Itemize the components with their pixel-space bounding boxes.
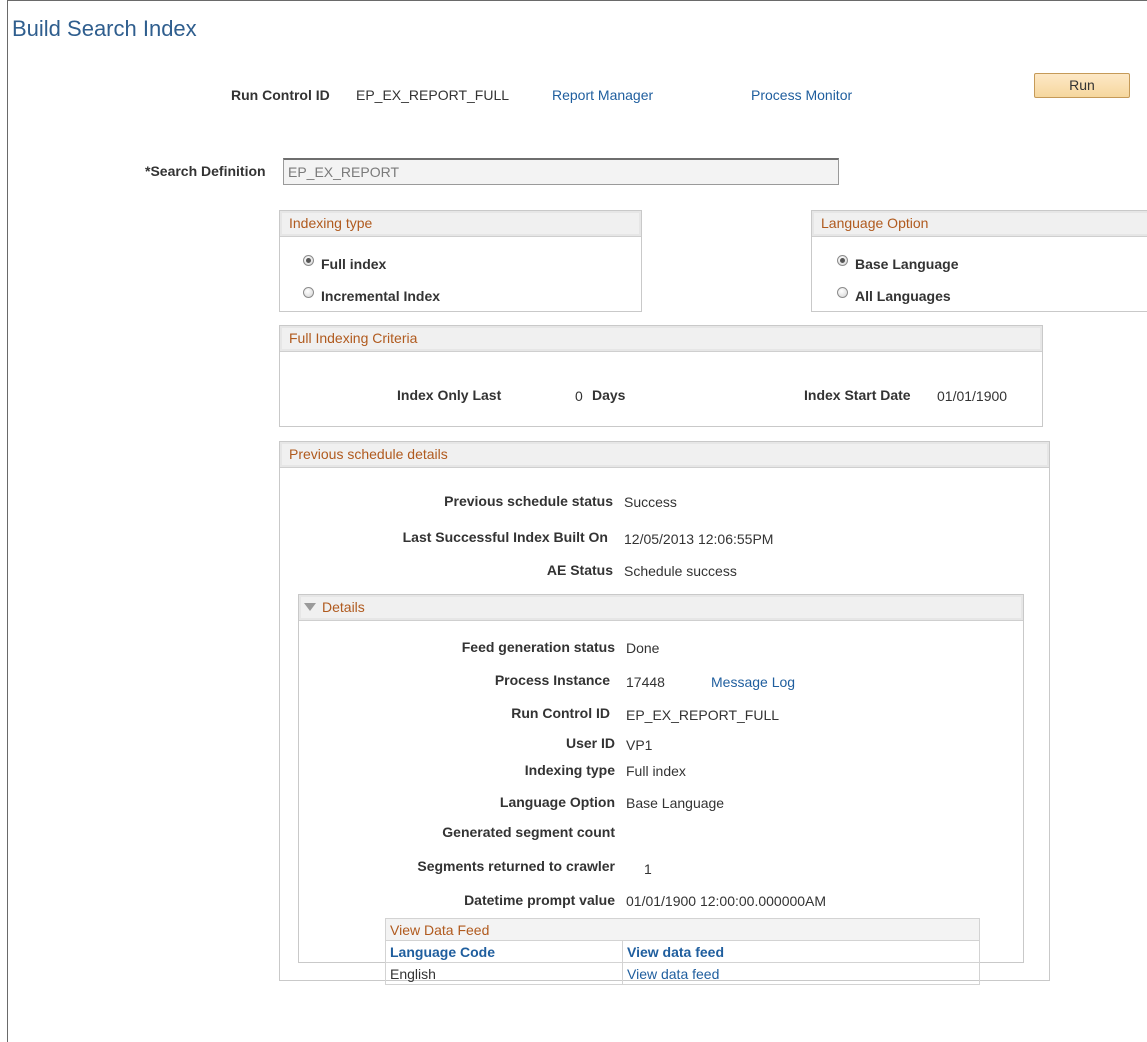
- message-log-link[interactable]: Message Log: [711, 674, 795, 690]
- search-definition-label: *Search Definition: [145, 163, 266, 179]
- base-language-radio[interactable]: [837, 255, 848, 266]
- details-title: Details: [322, 599, 365, 615]
- table-row: English View data feed: [385, 962, 980, 985]
- index-only-last-value: 0: [575, 388, 583, 404]
- collapse-triangle-icon: [304, 603, 316, 611]
- last-built-value: 12/05/2013 12:06:55PM: [624, 531, 774, 547]
- details-run-control-label: Run Control ID: [511, 705, 610, 721]
- run-control-value: EP_EX_REPORT_FULL: [356, 87, 510, 103]
- segments-returned-label: Segments returned to crawler: [417, 858, 615, 874]
- previous-schedule-group: Previous schedule details Previous sched…: [279, 441, 1050, 985]
- page-title: Build Search Index: [12, 16, 197, 41]
- datetime-prompt-label: Datetime prompt value: [464, 892, 615, 908]
- details-language-option-label: Language Option: [499, 794, 615, 810]
- segments-returned-value: 1: [644, 861, 652, 877]
- view-data-feed-title: View Data Feed: [385, 918, 980, 941]
- incremental-index-radio[interactable]: [303, 287, 314, 298]
- run-control-label: Run Control ID: [231, 87, 330, 103]
- language-code-cell: English: [385, 962, 623, 985]
- full-indexing-criteria-title: Full Indexing Criteria: [280, 326, 1042, 352]
- user-id-label: User ID: [565, 735, 615, 751]
- view-data-feed-column-header[interactable]: View data feed: [622, 940, 980, 963]
- details-indexing-type-value: Full index: [626, 763, 686, 779]
- language-option-title: Language Option: [812, 211, 1147, 237]
- last-built-label: Last Successful Index Built On: [402, 529, 608, 545]
- user-id-value: VP1: [626, 737, 653, 753]
- indexing-type-title: Indexing type: [280, 211, 641, 237]
- ae-status-value: Schedule success: [624, 563, 737, 579]
- view-data-feed-grid: View Data Feed Language Code View data f…: [385, 918, 980, 985]
- feed-status-value: Done: [626, 640, 660, 656]
- index-only-last-label: Index Only Last: [397, 387, 502, 403]
- details-section: Details Feed generation status Done Proc…: [298, 594, 1024, 985]
- previous-status-value: Success: [624, 494, 677, 510]
- details-toggle[interactable]: Details: [299, 595, 1023, 621]
- all-languages-radio[interactable]: [837, 287, 848, 298]
- feed-status-label: Feed generation status: [461, 639, 615, 655]
- base-language-label: Base Language: [855, 256, 959, 272]
- indexing-type-group: Indexing type Full index Incremental Ind…: [279, 210, 642, 312]
- full-index-radio[interactable]: [303, 255, 314, 266]
- previous-status-label: Previous schedule status: [444, 493, 613, 509]
- full-indexing-criteria-group: Full Indexing Criteria Index Only Last 0…: [279, 325, 1043, 427]
- days-label: Days: [592, 387, 626, 403]
- language-option-group: Language Option Base Language All Langua…: [811, 210, 1147, 312]
- details-indexing-type-label: Indexing type: [524, 762, 615, 778]
- datetime-prompt-value: 01/01/1900 12:00:00.000000AM: [626, 893, 827, 909]
- all-languages-label: All Languages: [855, 288, 951, 304]
- incremental-index-label: Incremental Index: [321, 288, 441, 304]
- full-index-label: Full index: [321, 256, 387, 272]
- details-run-control-value: EP_EX_REPORT_FULL: [626, 707, 780, 723]
- details-language-option-value: Base Language: [626, 795, 725, 811]
- search-definition-input[interactable]: EP_EX_REPORT: [283, 158, 839, 185]
- index-start-date-label: Index Start Date: [804, 387, 911, 403]
- process-instance-value: 17448: [626, 674, 665, 690]
- process-instance-label: Process Instance: [494, 672, 610, 688]
- report-manager-link[interactable]: Report Manager: [552, 87, 653, 103]
- language-code-column-header[interactable]: Language Code: [385, 940, 623, 963]
- segment-count-label: Generated segment count: [442, 824, 615, 840]
- run-button[interactable]: Run: [1034, 73, 1130, 98]
- view-data-feed-link[interactable]: View data feed: [622, 962, 980, 985]
- index-start-date-value: 01/01/1900: [937, 388, 1008, 404]
- process-monitor-link[interactable]: Process Monitor: [751, 87, 852, 103]
- ae-status-label: AE Status: [546, 562, 613, 578]
- previous-schedule-title: Previous schedule details: [280, 442, 1049, 468]
